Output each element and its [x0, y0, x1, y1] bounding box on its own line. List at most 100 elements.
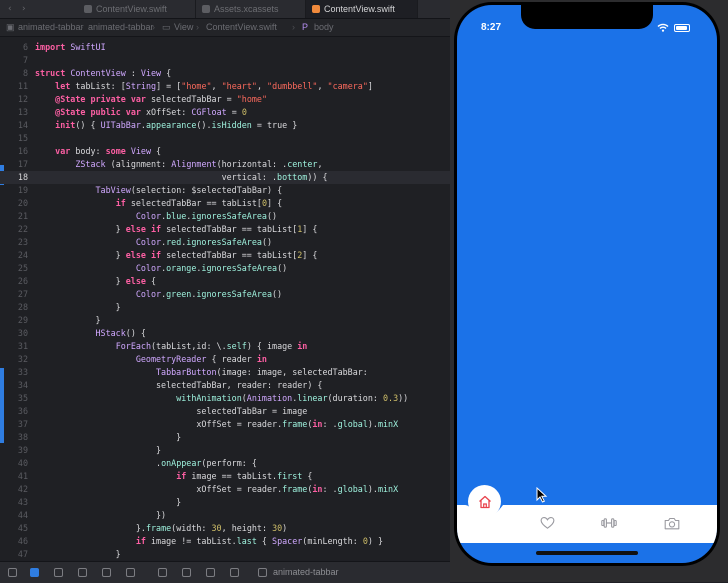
code-line[interactable]: 43 } [0, 496, 450, 509]
line-number: 27 [17, 289, 28, 299]
code-text: TabView(selection: $selectedTabBar) { [95, 185, 283, 195]
breakpoints-icon[interactable] [30, 568, 39, 577]
memory-graph-icon[interactable] [182, 568, 191, 577]
code-line[interactable]: 31 ForEach(tabList,id: \.self) { image i… [0, 340, 450, 353]
code-line[interactable]: 12 @State private var selectedTabBar = "… [0, 93, 450, 106]
line-number: 11 [17, 81, 28, 91]
notch [521, 5, 653, 29]
breadcrumb-item[interactable]: animated-tabbar [88, 19, 154, 36]
code-line[interactable]: 13 @State public var xOffSet: CGFloat = … [0, 106, 450, 119]
code-line[interactable]: 21 Color.blue.ignoresSafeArea() [0, 210, 450, 223]
code-text: if selectedTabBar == tabList[0] { [115, 198, 283, 208]
code-text: HStack() { [95, 328, 146, 338]
tab-contentview-active[interactable]: ContentView.swift [306, 0, 418, 18]
line-number: 36 [17, 406, 28, 416]
forward-arrow-icon[interactable]: › [22, 4, 26, 14]
location-icon[interactable] [230, 568, 239, 577]
chevron-right-icon: › [292, 22, 295, 32]
code-text: Color.green.ignoresSafeArea() [135, 289, 283, 299]
code-text: } else if selectedTabBar == tabList[2] { [35, 250, 318, 260]
code-line[interactable]: 38 } [0, 431, 450, 444]
line-number: 44 [17, 510, 28, 520]
code-line[interactable]: 26 } else { [0, 275, 450, 288]
line-number: 26 [17, 276, 28, 286]
code-text: } [35, 497, 182, 507]
breadcrumb-item[interactable]: animated-tabbar [18, 19, 84, 36]
back-arrow-icon[interactable]: ‹ [8, 4, 12, 14]
code-line[interactable]: 6 import SwiftUI [0, 41, 450, 54]
code-line[interactable]: 18 vertical: .bottom)) { [0, 171, 450, 184]
tab-dumbbell[interactable] [601, 515, 617, 531]
property-icon: P [302, 22, 309, 32]
code-text: } [35, 549, 121, 559]
breadcrumb-item[interactable]: View [174, 19, 193, 36]
swift-file-icon [84, 5, 92, 13]
code-text: init() { UITabBar.appearance().isHidden … [55, 120, 298, 130]
code-line[interactable]: 20 if selectedTabBar == tabList[0] { [0, 197, 450, 210]
code-line[interactable]: 44 }) [0, 509, 450, 522]
code-line[interactable]: 29 } [0, 314, 450, 327]
assets-icon [202, 5, 210, 13]
code-line[interactable]: 17 ZStack (alignment: Alignment(horizont… [0, 158, 450, 171]
code-text: selectedTabBar = image [196, 406, 308, 416]
step-over-icon[interactable] [78, 568, 87, 577]
code-line[interactable]: 11 let tabList: [String] = ["home", "hea… [0, 80, 450, 93]
code-line[interactable]: 27 Color.green.ignoresSafeArea() [0, 288, 450, 301]
step-out-icon[interactable] [126, 568, 135, 577]
tab-camera[interactable] [664, 515, 680, 531]
line-number: 38 [17, 432, 28, 442]
pause-icon[interactable] [54, 568, 63, 577]
line-number: 41 [17, 471, 28, 481]
code-editor[interactable]: 6 import SwiftUI 7 8 struct ContentView : Vi… [0, 37, 450, 560]
code-line[interactable]: 25 Color.orange.ignoresSafeArea() [0, 262, 450, 275]
code-line[interactable]: 28 } [0, 301, 450, 314]
code-line[interactable]: 15 [0, 132, 450, 145]
code-line[interactable]: 41 if image == tabList.first { [0, 470, 450, 483]
code-line[interactable]: 14 init() { UITabBar.appearance().isHidd… [0, 119, 450, 132]
code-line[interactable]: 22 } else if selectedTabBar == tabList[1… [0, 223, 450, 236]
tab-home-selected[interactable] [468, 485, 501, 518]
code-text: }.frame(width: 30, height: 30) [35, 523, 288, 533]
breadcrumb-item[interactable]: body [314, 19, 334, 36]
dumbbell-icon [601, 518, 617, 528]
code-line[interactable]: 30 HStack() { [0, 327, 450, 340]
tab-contentview-1[interactable]: ContentView.swift [78, 0, 196, 18]
code-text: if image != tabList.last { Spacer(minLen… [135, 536, 384, 546]
code-line[interactable]: 46 if image != tabList.last { Spacer(min… [0, 535, 450, 548]
tab-overflow[interactable] [418, 0, 450, 18]
code-line[interactable]: 40 .onAppear(perform: { [0, 457, 450, 470]
code-line[interactable]: 34 selectedTabBar, reader: reader) { [0, 379, 450, 392]
view-debugger-icon[interactable] [158, 568, 167, 577]
hide-debug-icon[interactable] [8, 568, 17, 577]
code-line[interactable]: 37 xOffSet = reader.frame(in: .global).m… [0, 418, 450, 431]
code-line[interactable]: 23 Color.red.ignoresSafeArea() [0, 236, 450, 249]
code-text: withAnimation(Animation.linear(duration:… [176, 393, 409, 403]
code-line[interactable]: 36 selectedTabBar = image [0, 405, 450, 418]
code-line[interactable]: 32 GeometryReader { reader in [0, 353, 450, 366]
code-line[interactable]: 33 TabbarButton(image: image, selectedTa… [0, 366, 450, 379]
simulator-screen[interactable]: 8:27 [457, 5, 717, 563]
code-line[interactable]: 8 struct ContentView : View { [0, 67, 450, 80]
code-line[interactable]: 19 TabView(selection: $selectedTabBar) { [0, 184, 450, 197]
line-number: 15 [17, 133, 28, 143]
code-line[interactable]: 47 } [0, 548, 450, 560]
code-line[interactable]: 39 } [0, 444, 450, 457]
code-text: } [35, 315, 101, 325]
environment-icon[interactable] [206, 568, 215, 577]
step-in-icon[interactable] [102, 568, 111, 577]
tab-heart[interactable] [539, 515, 555, 531]
code-line[interactable]: 7 [0, 54, 450, 67]
code-text: } else if selectedTabBar == tabList[1] { [35, 224, 318, 234]
breadcrumb-item[interactable]: ContentView.swift [206, 19, 277, 36]
code-line[interactable]: 16 var body: some View { [0, 145, 450, 158]
code-line[interactable]: 35 withAnimation(Animation.linear(durati… [0, 392, 450, 405]
debug-bar: animated-tabbar [0, 561, 450, 583]
tab-assets[interactable]: Assets.xcassets [196, 0, 306, 18]
chevron-right-icon: › [196, 22, 199, 32]
line-number: 40 [17, 458, 28, 468]
code-text: GeometryReader { reader in [135, 354, 267, 364]
code-line[interactable]: 45 }.frame(width: 30, height: 30) [0, 522, 450, 535]
code-line[interactable]: 24 } else if selectedTabBar == tabList[2… [0, 249, 450, 262]
scheme-label[interactable]: animated-tabbar [273, 567, 339, 577]
code-line[interactable]: 42 xOffSet = reader.frame(in: .global).m… [0, 483, 450, 496]
